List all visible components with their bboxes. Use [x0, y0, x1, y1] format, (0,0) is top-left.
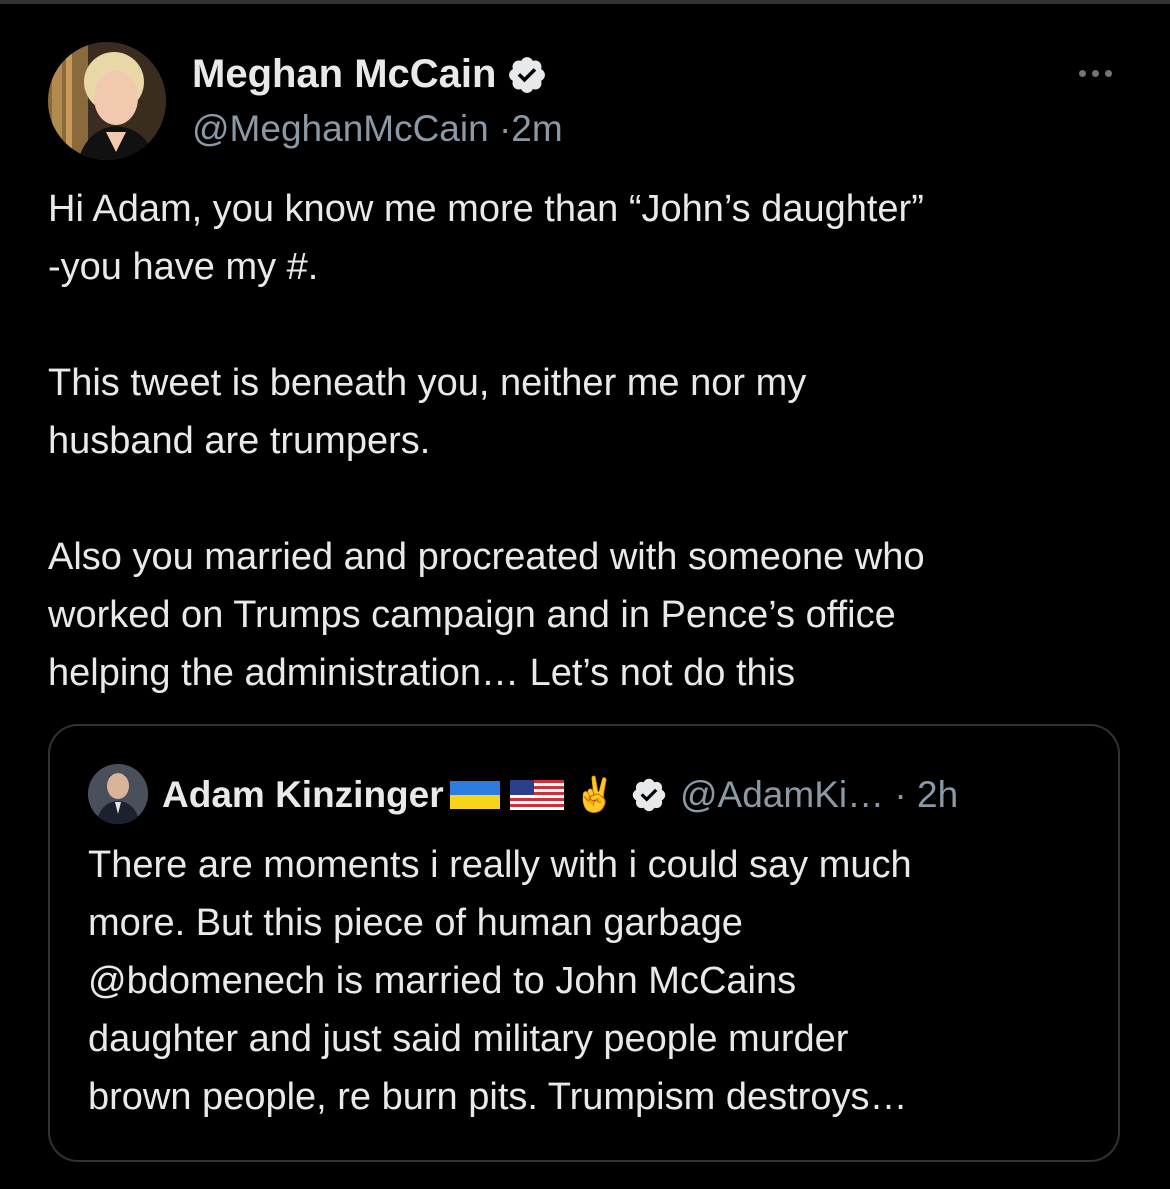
tweet-timestamp[interactable]: 2m — [511, 108, 562, 149]
more-dot-icon — [1091, 69, 1099, 77]
verified-badge-icon — [509, 56, 546, 93]
author-handle-line: @MeghanMcCain ·2m — [192, 108, 563, 150]
tweet-line: This tweet is beneath you, neither me no… — [48, 362, 807, 404]
author-display-name[interactable]: Meghan McCain — [192, 52, 548, 97]
more-dot-icon — [1104, 69, 1112, 77]
more-dot-icon — [1078, 69, 1086, 77]
more-options-button[interactable] — [1070, 60, 1120, 86]
quoted-author-avatar[interactable] — [88, 764, 148, 824]
author-handle[interactable]: @MeghanMcCain — [192, 108, 489, 149]
quoted-tweet-line: more. But this piece of human garbage — [88, 902, 743, 944]
tweet-line: worked on Trumps campaign and in Pence’s… — [48, 594, 896, 636]
tweet: Meghan McCain @MeghanMcCain ·2m Hi Adam,… — [0, 0, 1170, 1189]
quoted-tweet-line: brown people, re burn pits. Trumpism des… — [88, 1076, 908, 1118]
ukraine-flag-icon — [449, 781, 500, 809]
quoted-tweet-line: @bdomenech is married to John McCains — [88, 960, 797, 1002]
tweet-line: Hi Adam, you know me more than “John’s d… — [48, 188, 924, 230]
author-avatar[interactable] — [48, 42, 166, 160]
verified-badge-icon — [632, 778, 666, 812]
meta-separator: · — [498, 108, 512, 149]
us-flag-icon — [509, 780, 564, 810]
author-name-text[interactable]: Meghan McCain — [192, 52, 496, 97]
quoted-tweet-header: Adam Kinzinger ✌️ @AdamKi… · 2h — [162, 770, 958, 820]
tweet-line: -you have my #. — [48, 246, 319, 288]
quoted-tweet-card[interactable]: Adam Kinzinger ✌️ @AdamKi… · 2h There ar… — [48, 724, 1120, 1162]
quoted-author-name[interactable]: Adam Kinzinger — [162, 774, 444, 816]
quoted-tweet-line: There are moments i really with i could … — [88, 844, 912, 886]
tweet-line: helping the administration… Let’s not do… — [48, 652, 796, 694]
tweet-line: Also you married and procreated with som… — [48, 536, 925, 578]
tweet-text: Hi Adam, you know me more than “John’s d… — [48, 180, 1128, 702]
quoted-author-handle[interactable]: @AdamKi… · 2h — [680, 774, 958, 816]
peace-hand-icon: ✌️ — [573, 776, 616, 814]
quoted-tweet-text: There are moments i really with i could … — [88, 836, 1088, 1126]
quoted-tweet-line: daughter and just said military people m… — [88, 1018, 849, 1060]
tweet-line: husband are trumpers. — [48, 420, 431, 462]
